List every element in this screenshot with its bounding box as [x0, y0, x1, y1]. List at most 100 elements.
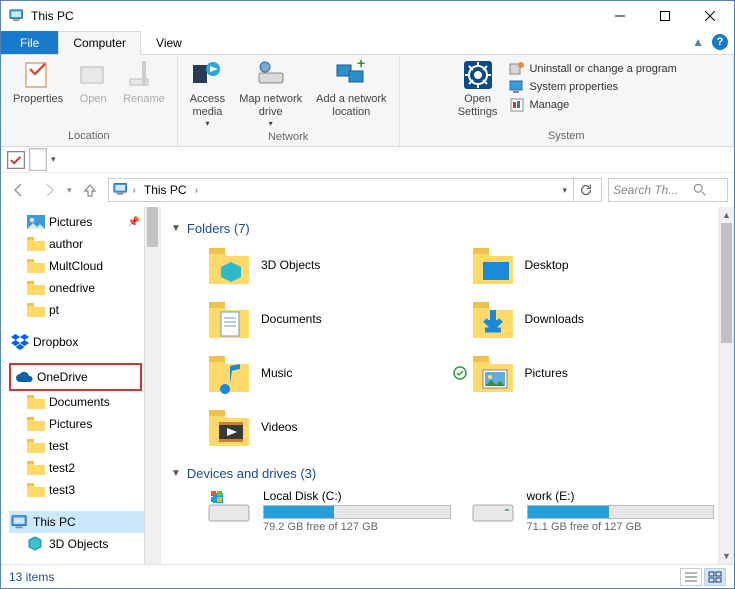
ribbon-group-network: Access media ▾ Map network drive ▾ + Add… [178, 55, 400, 146]
downloads-folder-icon [471, 298, 515, 340]
tree-item-od-pictures[interactable]: Pictures [9, 413, 160, 435]
open-label: Open [80, 93, 107, 106]
ribbon: Properties Open Rename Location Access m… [1, 55, 734, 147]
explorer-body: Pictures 📌 author MultCloud onedrive pt … [1, 207, 734, 564]
section-header-drives[interactable]: ▼ Devices and drives (3) [171, 462, 734, 489]
tree-label: 3D Objects [49, 537, 108, 551]
close-button[interactable] [687, 2, 732, 30]
folder-documents[interactable]: Documents [207, 298, 451, 340]
tab-file[interactable]: File [1, 31, 58, 54]
scroll-track[interactable] [719, 223, 734, 548]
folder-desktop[interactable]: Desktop [471, 244, 715, 286]
tree-scrollbar[interactable] [144, 207, 160, 564]
tree-label: MultCloud [49, 259, 103, 273]
folder-label: Documents [261, 312, 322, 326]
folder-label: Downloads [525, 312, 584, 326]
drive-c[interactable]: Local Disk (C:) 79.2 GB free of 127 GB [207, 489, 451, 533]
ribbon-group-system: Open Settings Uninstall or change a prog… [400, 55, 735, 146]
section-header-folders[interactable]: ▼ Folders (7) [171, 217, 734, 244]
refresh-button[interactable] [573, 179, 597, 201]
properties-button[interactable]: Properties [7, 57, 69, 108]
scroll-down-button[interactable]: ▼ [719, 548, 734, 564]
folder-icon [27, 416, 45, 432]
rename-button[interactable]: Rename [117, 57, 171, 108]
nav-recent-dropdown[interactable]: ▾ [67, 185, 72, 196]
address-history-dropdown[interactable]: ▾ [558, 185, 571, 196]
minimize-button[interactable] [597, 2, 642, 30]
details-view-button[interactable] [680, 568, 702, 586]
scroll-up-button[interactable]: ▲ [719, 207, 734, 223]
properties-label: Properties [13, 93, 63, 106]
nav-forward-button[interactable] [37, 178, 61, 202]
add-network-location-button[interactable]: + Add a network location [310, 57, 392, 121]
pin-icon: 📌 [128, 217, 140, 228]
map-drive-button[interactable]: Map network drive ▾ [233, 57, 308, 131]
scroll-thumb[interactable] [721, 223, 732, 343]
folder-icon [27, 460, 45, 476]
qat-dropdown-icon[interactable]: ▾ [51, 154, 56, 165]
tree-item-onedrive[interactable]: OneDrive [15, 367, 136, 387]
address-chevron-icon[interactable]: › [133, 185, 136, 196]
tree-item-dropbox[interactable]: Dropbox [9, 331, 160, 353]
tiles-view-button[interactable] [704, 568, 726, 586]
open-settings-button[interactable]: Open Settings [452, 57, 504, 121]
folder-videos[interactable]: Videos [207, 406, 451, 448]
tree-highlight-onedrive: OneDrive [9, 363, 142, 391]
search-input[interactable] [613, 183, 693, 197]
open-button[interactable]: Open [71, 57, 115, 108]
drive-e[interactable]: work (E:) 71.1 GB free of 127 GB [471, 489, 715, 533]
tree-label: test [49, 439, 68, 453]
tab-view[interactable]: View [141, 31, 197, 54]
tree-item-test[interactable]: test [9, 435, 160, 457]
tab-computer[interactable]: Computer [58, 31, 141, 55]
folder-label: Music [261, 366, 292, 380]
tree-item-thispc[interactable]: This PC [9, 511, 160, 533]
help-icon[interactable]: ? [712, 34, 728, 50]
tree-item-test3[interactable]: test3 [9, 479, 160, 501]
content-scrollbar[interactable]: ▲ ▼ [718, 207, 734, 564]
tree-item-3dobjects[interactable]: 3D Objects [9, 533, 160, 555]
qat-blank[interactable] [29, 151, 47, 169]
collapse-ribbon-icon[interactable]: ▲ [692, 35, 704, 49]
folder-music[interactable]: Music [207, 352, 451, 394]
tree-label: This PC [33, 515, 76, 529]
search-icon [693, 183, 707, 197]
qat-checkbox[interactable] [7, 151, 25, 169]
titlebar: This PC [1, 1, 734, 31]
add-network-location-label: Add a network location [316, 93, 386, 119]
tree-item-onedrive-folder[interactable]: onedrive [9, 277, 160, 299]
folder-icon [27, 438, 45, 454]
3dobjects-icon [27, 536, 45, 552]
uninstall-program-label: Uninstall or change a program [529, 63, 676, 75]
tree-item-od-documents[interactable]: Documents [9, 391, 160, 413]
tree-scrollbar-thumb[interactable] [147, 207, 158, 247]
ribbon-tabs: File Computer View ▲ ? [1, 31, 734, 55]
nav-up-button[interactable] [78, 178, 102, 202]
address-bar[interactable]: › This PC › ▾ [108, 178, 602, 202]
folder-3dobjects[interactable]: 3D Objects [207, 244, 451, 286]
access-media-button[interactable]: Access media ▾ [184, 57, 231, 131]
pictures-icon [27, 214, 45, 230]
address-segment-root[interactable]: This PC [140, 181, 191, 199]
content-pane[interactable]: ▼ Folders (7) 3D Objects Desktop Documen… [161, 207, 734, 564]
tree-item-test2[interactable]: test2 [9, 457, 160, 479]
tree-item-pt[interactable]: pt [9, 299, 160, 321]
address-thispc-icon [113, 182, 129, 199]
tree-label: pt [49, 303, 59, 317]
manage-button[interactable]: Manage [509, 97, 676, 113]
folder-pictures[interactable]: Pictures [471, 352, 715, 394]
system-properties-label: System properties [529, 81, 618, 93]
navigation-tree[interactable]: Pictures 📌 author MultCloud onedrive pt … [1, 207, 161, 564]
drive-name: work (E:) [527, 489, 715, 503]
search-box[interactable] [608, 178, 728, 202]
tree-item-multcloud[interactable]: MultCloud [9, 255, 160, 277]
address-chevron-icon[interactable]: › [195, 185, 198, 196]
tree-item-pictures-quick[interactable]: Pictures 📌 [9, 211, 160, 233]
folder-downloads[interactable]: Downloads [471, 298, 715, 340]
drive-capacity-bar [527, 505, 715, 519]
nav-back-button[interactable] [7, 178, 31, 202]
tree-item-author[interactable]: author [9, 233, 160, 255]
system-properties-button[interactable]: System properties [509, 79, 676, 95]
maximize-button[interactable] [642, 2, 687, 30]
uninstall-program-button[interactable]: Uninstall or change a program [509, 61, 676, 77]
